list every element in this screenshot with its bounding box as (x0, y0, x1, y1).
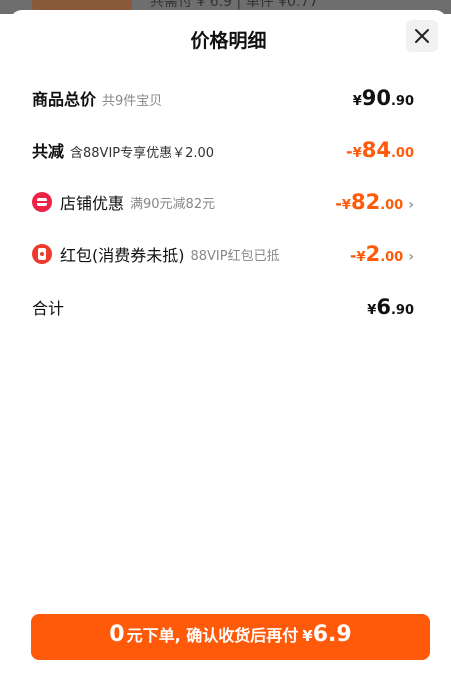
shop-discount-label: 店铺优惠 (60, 194, 125, 213)
amount-integer: 2 (365, 242, 381, 266)
amount-decimal: .90 (390, 94, 414, 109)
amount-decimal: .90 (390, 303, 414, 318)
place-order-button[interactable]: 0 元下单, 确认收货后再付 ¥ 6.9 (31, 614, 430, 660)
price-detail-sheet: 价格明细 商品总价 共9件宝贝 ¥ 90 .90 共减 含88VIP专享优惠￥2… (10, 10, 447, 673)
shop-discount-amount: - ¥ 82 .00 › (335, 190, 414, 214)
amount-integer: 82 (350, 190, 381, 214)
close-button[interactable] (406, 20, 438, 52)
product-thumbnail (32, 0, 132, 10)
shop-discount-row[interactable]: 店铺优惠 满90元减82元 - ¥ 82 .00 › (32, 187, 414, 217)
item-count: 共9件宝贝 (102, 94, 163, 109)
chevron-right-icon: › (408, 197, 414, 213)
red-packet-amount: - ¥ 2 .00 › (350, 242, 414, 266)
currency-symbol: ¥ (352, 146, 362, 161)
currency-symbol: ¥ (352, 94, 362, 109)
red-packet-note: 88VIP红包已抵 (190, 248, 280, 264)
amount-integer: 84 (361, 138, 391, 162)
total-goods-amount: ¥ 90 .90 (353, 86, 414, 110)
chevron-right-icon: › (408, 249, 414, 265)
currency-symbol: ¥ (356, 250, 366, 265)
sheet-title: 价格明细 (190, 30, 267, 52)
red-packet-icon (32, 244, 52, 264)
currency-symbol: ¥ (341, 198, 351, 213)
minus-sign: - (335, 194, 342, 213)
amount-decimal: .00 (380, 250, 404, 265)
currency-symbol: ¥ (367, 303, 377, 318)
sum-row: 合计 ¥ 6 .90 (32, 292, 414, 322)
amount-decimal: .00 (380, 198, 404, 213)
vip-discount-note: 含88VIP专享优惠￥2.00 (70, 146, 215, 161)
red-packet-row[interactable]: 红包(消费券未抵) 88VIP红包已抵 - ¥ 2 .00 › (32, 239, 414, 269)
total-discount-amount: - ¥ 84 .00 (346, 138, 414, 162)
cta-text: 元下单, 确认收货后再付 (126, 626, 299, 645)
amount-integer: 90 (361, 86, 391, 110)
amount-decimal: .00 (390, 146, 414, 161)
sum-amount: ¥ 6 .90 (367, 295, 414, 319)
amount-integer: 6 (376, 295, 391, 319)
red-packet-label: 红包(消费券未抵) (60, 246, 185, 265)
shop-discount-rule: 满90元减82元 (130, 196, 216, 212)
total-goods-row: 商品总价 共9件宝贝 ¥ 90 .90 (32, 83, 414, 113)
total-goods-label: 商品总价 (32, 90, 97, 109)
close-icon (415, 29, 429, 43)
cta-zero: 0 (109, 622, 125, 647)
sum-label: 合计 (32, 299, 65, 318)
cta-amount: 6.9 (312, 622, 352, 647)
cta-currency: ¥ (302, 627, 313, 645)
minus-sign: - (349, 246, 357, 265)
total-discount-label: 共减 (32, 142, 65, 161)
minus-sign: - (346, 142, 353, 161)
shop-discount-icon (32, 192, 52, 212)
total-discount-row: 共减 含88VIP专享优惠￥2.00 - ¥ 84 .00 (32, 135, 414, 165)
